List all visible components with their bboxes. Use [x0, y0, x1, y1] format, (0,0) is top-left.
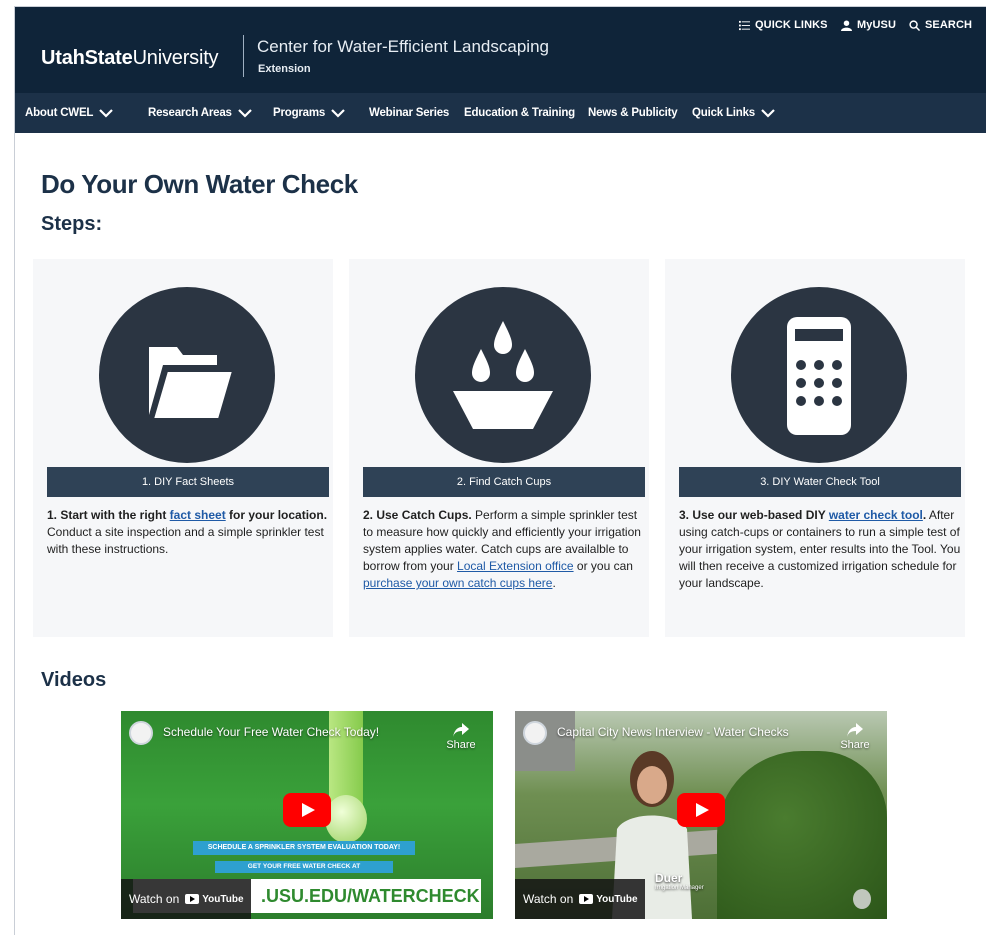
background-house [515, 711, 575, 771]
find-catch-cups-button[interactable]: 2. Find Catch Cups [363, 467, 645, 497]
youtube-icon [185, 894, 200, 904]
step-1-bold: 1. Start with the right [47, 508, 170, 522]
nav-item-education-training[interactable]: Education & Training [464, 93, 575, 133]
share-button[interactable]: Share [835, 723, 875, 751]
search-icon [909, 19, 920, 31]
fact-sheet-link[interactable]: fact sheet [170, 508, 226, 522]
step-1-description: 1. Start with the right fact sheet for y… [47, 507, 329, 558]
video-player-1[interactable]: Schedule Your Free Water Check Today! Sh… [121, 711, 493, 919]
share-arrow-icon [453, 723, 469, 737]
steps-heading: Steps: [41, 213, 103, 235]
quick-links-label: QUICK LINKS [755, 19, 828, 31]
nav-item-news-publicity[interactable]: News & Publicity [588, 93, 678, 133]
lower-third: Duer Irrigation Manager [655, 871, 704, 891]
nav-item-webinar-series[interactable]: Webinar Series [369, 93, 449, 133]
nav-label: News & Publicity [588, 107, 678, 119]
chevron-down-icon [237, 108, 252, 118]
nav-item-about-cwel[interactable]: About CWEL [25, 93, 114, 133]
quick-links-button[interactable]: QUICK LINKS [739, 19, 828, 31]
purchase-catch-cups-link[interactable]: purchase your own catch cups here [363, 576, 552, 590]
watch-on-label: Watch on [523, 892, 574, 906]
station-emblem-icon [853, 889, 871, 909]
list-icon [739, 20, 750, 30]
share-label: Share [840, 739, 870, 751]
page-frame: UtahStateUniversity Center for Water-Eff… [14, 6, 986, 935]
nav-label: Education & Training [464, 107, 576, 119]
channel-avatar[interactable] [129, 721, 153, 745]
search-label: SEARCH [925, 19, 973, 31]
step-2-text-2: or you can [573, 559, 633, 573]
step-1-bold-2: for your location. [225, 508, 328, 522]
share-button[interactable]: Share [441, 723, 481, 751]
site-header: UtahStateUniversity Center for Water-Eff… [15, 7, 986, 93]
chevron-down-icon [99, 108, 114, 118]
video-title[interactable]: Capital City News Interview - Water Chec… [557, 725, 789, 739]
chevron-down-icon [331, 108, 345, 118]
step-card-2: 2. Find Catch Cups 2. Use Catch Cups. Pe… [349, 259, 649, 637]
videos-heading: Videos [41, 669, 107, 691]
diy-water-check-tool-button[interactable]: 3. DIY Water Check Tool [679, 467, 961, 497]
watch-on-label: Watch on [129, 892, 180, 906]
center-subtitle: Extension [258, 63, 311, 75]
play-button[interactable] [677, 793, 725, 827]
step-2-bold: 2. Use Catch Cups. [363, 508, 472, 522]
step-card-1: 1. DIY Fact Sheets 1. Start with the rig… [33, 259, 333, 637]
lower-third-role: Irrigation Manager [655, 885, 704, 891]
main-nav: About CWEL Research Areas Programs Webin… [15, 93, 986, 133]
video-banner-1: SCHEDULE A SPRINKLER SYSTEM EVALUATION T… [193, 841, 415, 855]
myusu-label: MyUSU [857, 19, 897, 31]
center-name[interactable]: Center for Water-Efficient Landscaping [257, 37, 549, 57]
chevron-down-icon [761, 108, 775, 118]
nav-label: Research Areas [148, 107, 232, 119]
nav-label: About CWEL [25, 107, 94, 119]
nav-item-research-areas[interactable]: Research Areas [148, 93, 252, 133]
search-button[interactable]: SEARCH [909, 19, 972, 31]
local-extension-office-link[interactable]: Local Extension office [457, 559, 574, 573]
step-2-description: 2. Use Catch Cups. Perform a simple spri… [363, 507, 645, 592]
nav-label: Quick Links [692, 107, 755, 119]
diy-fact-sheets-button[interactable]: 1. DIY Fact Sheets [47, 467, 329, 497]
nav-label: Webinar Series [369, 107, 450, 119]
step-1-text: Conduct a site inspection and a simple s… [47, 525, 324, 556]
calculator-icon[interactable] [731, 287, 907, 463]
lower-third-name: Duer [655, 871, 683, 885]
folder-icon[interactable] [99, 287, 275, 463]
water-check-tool-link[interactable]: water check tool [829, 508, 923, 522]
share-arrow-icon [847, 723, 863, 737]
step-3-bold: 3. Use our web-based DIY [679, 508, 829, 522]
brand-divider [243, 35, 244, 77]
video-player-2[interactable]: Capital City News Interview - Water Chec… [515, 711, 887, 919]
user-icon [841, 19, 852, 31]
youtube-label: YouTube [596, 893, 638, 905]
usu-logo[interactable]: UtahStateUniversity [41, 47, 219, 70]
page-title: Do Your Own Water Check [41, 169, 358, 199]
watch-on-youtube-button[interactable]: Watch on YouTube [121, 879, 251, 919]
brand-regular: University [132, 47, 219, 69]
youtube-label: YouTube [202, 893, 244, 905]
play-button[interactable] [283, 793, 331, 827]
video-banner-2: GET YOUR FREE WATER CHECK AT [215, 861, 393, 873]
nav-item-programs[interactable]: Programs [273, 93, 345, 133]
channel-avatar[interactable] [523, 721, 547, 745]
step-2-end: . [552, 576, 556, 590]
catch-cup-icon[interactable] [415, 287, 591, 463]
water-drop-graphic-2 [325, 795, 367, 843]
nav-label: Programs [273, 107, 326, 119]
myusu-button[interactable]: MyUSU [841, 19, 896, 31]
step-card-3: 3. DIY Water Check Tool 3. Use our web-b… [665, 259, 965, 637]
share-label: Share [446, 739, 476, 751]
nav-item-quick-links[interactable]: Quick Links [692, 93, 775, 133]
youtube-icon [579, 894, 594, 904]
youtube-logo: YouTube [579, 893, 638, 905]
watch-on-youtube-button[interactable]: Watch on YouTube [515, 879, 645, 919]
video-title[interactable]: Schedule Your Free Water Check Today! [163, 725, 379, 739]
brand-bold: UtahState [41, 47, 133, 69]
step-3-description: 3. Use our web-based DIY water check too… [679, 507, 961, 592]
youtube-logo: YouTube [185, 893, 244, 905]
